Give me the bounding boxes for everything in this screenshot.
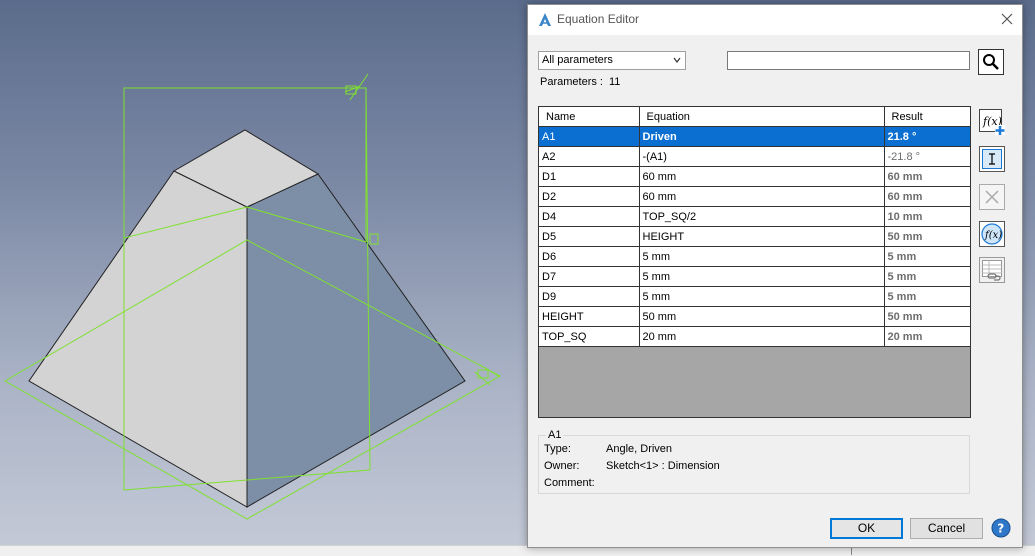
parameter-filter-dropdown[interactable]: All parameters <box>538 51 686 70</box>
cell-result: 21.8 ° <box>884 126 970 147</box>
cell-name[interactable]: D4 <box>539 206 640 227</box>
table-row[interactable]: D5 HEIGHT 50 mm <box>539 226 970 247</box>
cell-equation[interactable]: 60 mm <box>639 186 885 207</box>
table-header-row: Name Equation Result <box>539 107 970 127</box>
cell-equation[interactable]: 50 mm <box>639 306 885 327</box>
parameter-filter-value: All parameters <box>542 54 613 66</box>
cell-name[interactable]: D5 <box>539 226 640 247</box>
cell-result: 50 mm <box>884 226 970 247</box>
equation-editor-dialog: Equation Editor All parameters Parameter… <box>527 4 1023 548</box>
cell-name[interactable]: A2 <box>539 146 640 167</box>
fx-function-icon: f(x) <box>979 221 1005 247</box>
app-logo-icon <box>539 13 551 26</box>
cell-name[interactable]: A1 <box>539 126 640 147</box>
details-title: A1 <box>546 429 564 441</box>
cell-result: 5 mm <box>884 286 970 307</box>
column-header-result[interactable]: Result <box>884 107 970 127</box>
cell-equation[interactable]: 5 mm <box>639 266 885 287</box>
cell-equation[interactable]: HEIGHT <box>639 226 885 247</box>
dialog-title: Equation Editor <box>557 12 640 26</box>
cell-equation[interactable]: 5 mm <box>639 286 885 307</box>
link-table-button[interactable] <box>978 256 1006 284</box>
cell-result: 20 mm <box>884 326 970 347</box>
cell-result: 60 mm <box>884 186 970 207</box>
table-row[interactable]: D4 TOP_SQ/2 10 mm <box>539 206 970 227</box>
cell-result: -21.8 ° <box>884 146 970 167</box>
table-row[interactable]: A1 Driven 21.8 ° <box>539 126 970 147</box>
table-row[interactable]: D6 5 mm 5 mm <box>539 246 970 267</box>
cell-name[interactable]: D9 <box>539 286 640 307</box>
column-header-name[interactable]: Name <box>539 107 640 127</box>
chevron-down-icon <box>673 57 681 63</box>
search-input[interactable] <box>727 51 970 70</box>
table-row[interactable]: D9 5 mm 5 mm <box>539 286 970 307</box>
cell-result: 5 mm <box>884 246 970 267</box>
type-value: Angle, Driven <box>606 443 673 455</box>
rename-button[interactable] <box>978 145 1006 173</box>
search-button[interactable] <box>978 49 1004 75</box>
cell-name[interactable]: TOP_SQ <box>539 326 640 347</box>
cancel-button[interactable]: Cancel <box>910 518 983 539</box>
cell-equation[interactable]: 20 mm <box>639 326 885 347</box>
svg-text:f(x): f(x) <box>984 230 1002 241</box>
help-button[interactable]: ? <box>991 518 1011 538</box>
parameters-table: Name Equation Result A1 Driven 21.8 ° A2… <box>538 106 971 418</box>
cell-name[interactable]: D6 <box>539 246 640 267</box>
table-link-icon <box>979 257 1005 283</box>
close-icon[interactable] <box>1001 13 1013 25</box>
cell-name[interactable]: D2 <box>539 186 640 207</box>
cell-result: 10 mm <box>884 206 970 227</box>
type-label: Type: <box>544 443 571 455</box>
table-row[interactable]: A2 -(A1) -21.8 ° <box>539 146 970 167</box>
parameter-details-panel <box>538 435 970 494</box>
delete-x-icon <box>979 184 1005 210</box>
owner-label: Owner: <box>544 460 580 472</box>
table-row[interactable]: HEIGHT 50 mm 50 mm <box>539 306 970 327</box>
comment-label: Comment: <box>544 477 595 489</box>
cell-name[interactable]: D7 <box>539 266 640 287</box>
title-bar[interactable]: Equation Editor <box>528 5 1022 35</box>
fx-add-icon: f(x) <box>979 109 1005 135</box>
delete-parameter-button[interactable] <box>978 183 1006 211</box>
cell-result: 5 mm <box>884 266 970 287</box>
table-row[interactable]: TOP_SQ 20 mm 20 mm <box>539 326 970 347</box>
add-parameter-button[interactable]: f(x) <box>978 108 1006 136</box>
svg-text:?: ? <box>997 522 1004 536</box>
cell-equation[interactable]: Driven <box>639 126 885 147</box>
table-row[interactable]: D2 60 mm 60 mm <box>539 186 970 207</box>
help-icon: ? <box>991 518 1011 538</box>
cell-equation[interactable]: 60 mm <box>639 166 885 187</box>
cell-result: 60 mm <box>884 166 970 187</box>
cell-result: 50 mm <box>884 306 970 327</box>
parameters-label: Parameters : <box>540 76 603 88</box>
cell-equation[interactable]: TOP_SQ/2 <box>639 206 885 227</box>
table-row[interactable]: D7 5 mm 5 mm <box>539 266 970 287</box>
owner-value: Sketch<1> : Dimension <box>606 460 720 472</box>
text-cursor-icon <box>979 146 1005 172</box>
function-button[interactable]: f(x) <box>978 220 1006 248</box>
cell-equation[interactable]: -(A1) <box>639 146 885 167</box>
parameters-count: 11 <box>609 76 621 88</box>
cell-name[interactable]: HEIGHT <box>539 306 640 327</box>
magnifier-icon <box>983 54 999 70</box>
column-header-equation[interactable]: Equation <box>639 107 885 127</box>
ok-button[interactable]: OK <box>830 518 903 539</box>
close-button[interactable] <box>998 10 1016 28</box>
cell-equation[interactable]: 5 mm <box>639 246 885 267</box>
cell-name[interactable]: D1 <box>539 166 640 187</box>
table-row[interactable]: D1 60 mm 60 mm <box>539 166 970 187</box>
